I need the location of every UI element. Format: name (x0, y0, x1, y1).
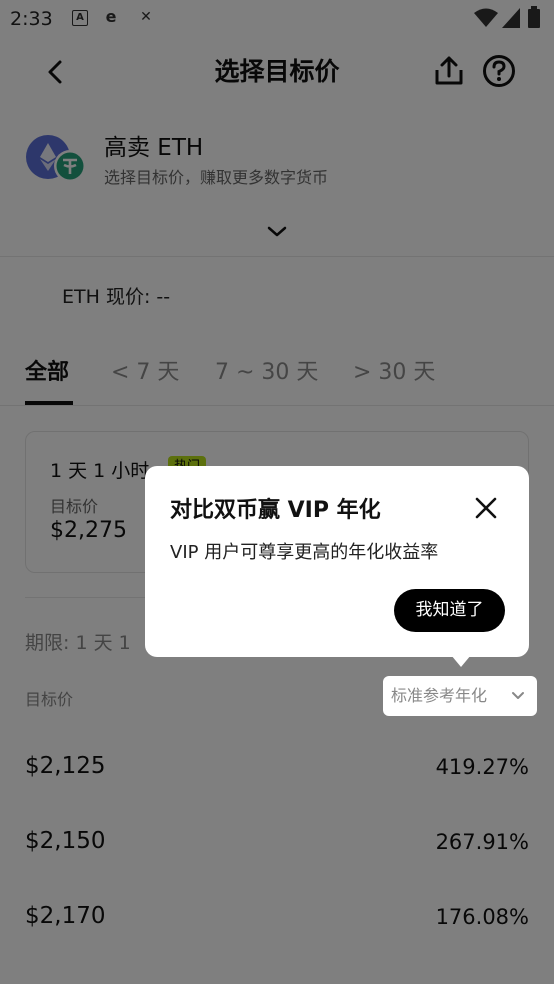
close-icon[interactable] (474, 496, 498, 520)
annualized-rate-dropdown[interactable]: 标准参考年化 (383, 676, 537, 716)
dropdown-label: 标准参考年化 (391, 686, 488, 705)
popup-description: VIP 用户可尊享更高的年化收益率 (170, 542, 439, 563)
tooltip-arrow (451, 655, 471, 667)
popup-title: 对比双币赢 VIP 年化 (170, 498, 381, 523)
chevron-down-icon (512, 692, 524, 699)
got-it-button[interactable]: 我知道了 (394, 589, 505, 632)
